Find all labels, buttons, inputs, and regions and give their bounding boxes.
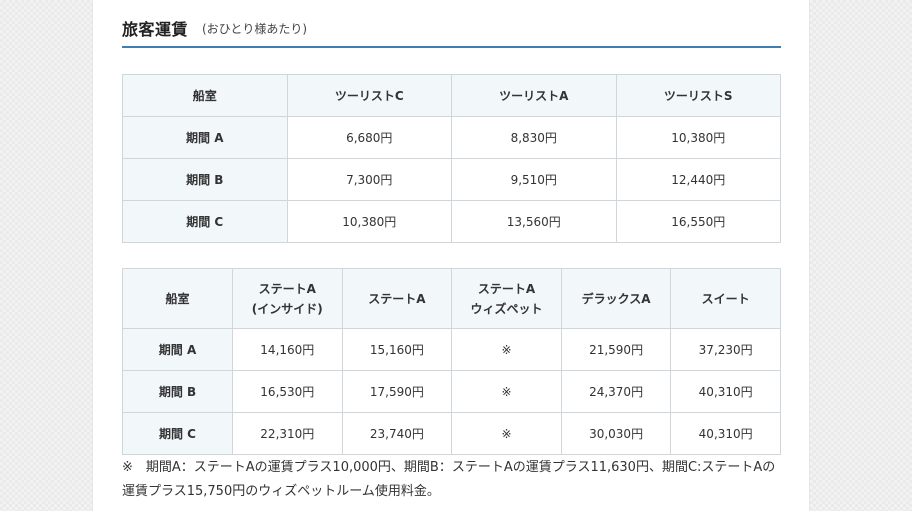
header-line: ステートA — [258, 281, 316, 296]
fare-cell: 12,440円 — [615, 158, 781, 201]
header-state-a-inside: ステートA (インサイド) — [232, 268, 343, 329]
header-line: ウィズペット — [470, 301, 543, 316]
content-panel: 旅客運賃 (おひとり様あたり) 船室 ツーリストC ツーリストA ツーリストS … — [92, 0, 810, 511]
row-period: 期間 C — [122, 412, 233, 455]
table-row: 期間 C 10,380円 13,560円 16,550円 — [122, 200, 781, 243]
left-background — [0, 0, 92, 511]
header-tourist-a: ツーリストA — [451, 74, 617, 117]
section-title: 旅客運賃 — [122, 20, 189, 39]
table-header-row: 船室 ステートA (インサイド) ステートA ステートA ウィズペット デラック… — [122, 268, 781, 329]
fare-cell: 8,830円 — [451, 116, 617, 159]
header-line: ステートA — [477, 281, 536, 296]
header-suite: スイート — [670, 268, 781, 329]
fare-cell: 15,160円 — [341, 328, 453, 371]
row-period: 期間 A — [122, 328, 233, 371]
header-line: (インサイド) — [251, 301, 323, 316]
table-row: 期間 A 6,680円 8,830円 10,380円 — [122, 116, 781, 159]
fare-cell: 22,310円 — [232, 412, 343, 455]
header-tourist-s: ツーリストS — [615, 74, 781, 117]
fare-cell: 37,230円 — [670, 328, 781, 371]
fare-cell: 13,560円 — [451, 200, 617, 243]
header-tourist-c: ツーリストC — [286, 74, 452, 117]
table-row: 期間 C 22,310円 23,740円 ※ 30,030円 40,310円 — [122, 412, 781, 455]
header-line: 船室 — [165, 291, 190, 306]
fare-cell: ※ — [451, 328, 562, 371]
fare-cell: 30,030円 — [560, 412, 672, 455]
fare-cell: 40,310円 — [670, 370, 781, 413]
header-cabin: 船室 — [122, 74, 288, 117]
fare-cell: 21,590円 — [560, 328, 672, 371]
table-row: 期間 A 14,160円 15,160円 ※ 21,590円 37,230円 — [122, 328, 781, 371]
header-line: ステートA — [368, 291, 426, 306]
fare-cell: 10,380円 — [615, 116, 781, 159]
fare-cell: 17,590円 — [341, 370, 453, 413]
pet-room-footnote: ※ 期間A：ステートAの運賃プラス10,000円、期間B：ステートAの運賃プラス… — [122, 460, 776, 499]
header-line: デラックスA — [581, 291, 651, 306]
fare-cell: 23,740円 — [341, 412, 453, 455]
section-note: (おひとり様あたり) — [202, 22, 308, 36]
row-period: 期間 B — [122, 158, 288, 201]
table-header-row: 船室 ツーリストC ツーリストA ツーリストS — [122, 74, 781, 117]
tourist-fare-table: 船室 ツーリストC ツーリストA ツーリストS 期間 A 6,680円 8,83… — [122, 74, 781, 243]
state-fare-table: 船室 ステートA (インサイド) ステートA ステートA ウィズペット デラック… — [122, 268, 781, 455]
table-row: 期間 B 16,530円 17,590円 ※ 24,370円 40,310円 — [122, 370, 781, 413]
fare-cell: ※ — [451, 412, 562, 455]
right-background — [810, 0, 912, 511]
fare-cell: 16,530円 — [232, 370, 343, 413]
section-heading: 旅客運賃 (おひとり様あたり) — [122, 12, 781, 48]
row-period: 期間 A — [122, 116, 288, 159]
header-state-a: ステートA — [341, 268, 453, 329]
row-period: 期間 B — [122, 370, 233, 413]
fare-cell: 24,370円 — [560, 370, 672, 413]
fare-cell: 7,300円 — [286, 158, 452, 201]
fare-cell: 16,550円 — [615, 200, 781, 243]
fare-cell: ※ — [451, 370, 562, 413]
fare-cell: 40,310円 — [670, 412, 781, 455]
header-line: スイート — [701, 291, 750, 306]
fare-cell: 14,160円 — [232, 328, 343, 371]
table-row: 期間 B 7,300円 9,510円 12,440円 — [122, 158, 781, 201]
header-state-a-with-pet: ステートA ウィズペット — [451, 268, 562, 329]
header-deluxe-a: デラックスA — [560, 268, 672, 329]
fare-cell: 10,380円 — [286, 200, 452, 243]
fare-cell: 6,680円 — [286, 116, 452, 159]
fare-cell: 9,510円 — [451, 158, 617, 201]
row-period: 期間 C — [122, 200, 288, 243]
header-cabin: 船室 — [122, 268, 233, 329]
